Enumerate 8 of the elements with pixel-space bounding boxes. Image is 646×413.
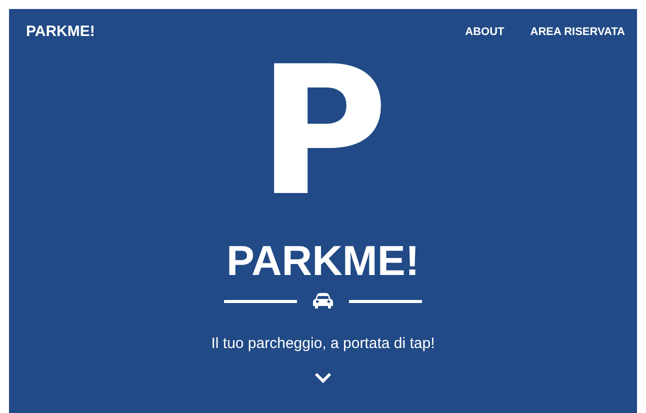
tagline: Il tuo parcheggio, a portata di tap! [211, 334, 435, 354]
car-icon [313, 293, 333, 309]
nav-link[interactable]: AREA RISERVATA [530, 24, 625, 40]
nav-link[interactable]: ABOUT [465, 24, 504, 40]
hero-title: PARKME! [226, 237, 420, 285]
chevron-down-icon[interactable] [314, 372, 332, 382]
logo-letter: P [258, 57, 388, 207]
brand-name[interactable]: PARKME! [26, 20, 95, 44]
